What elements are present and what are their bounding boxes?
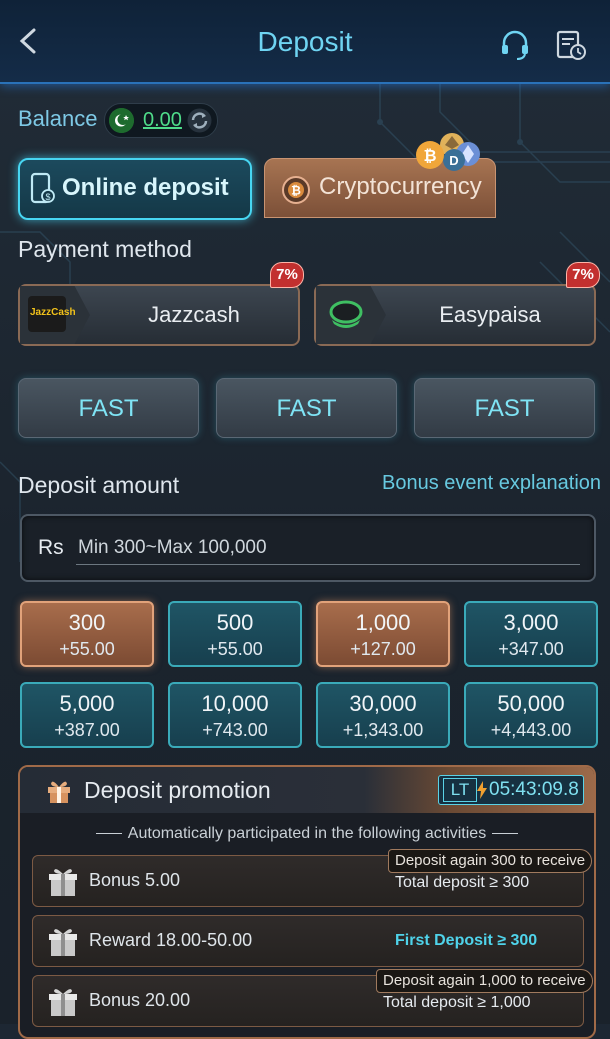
gift-icon bbox=[48, 781, 70, 803]
amount-bonus: +387.00 bbox=[54, 720, 120, 740]
amount-option[interactable]: 5,000 +387.00 bbox=[20, 682, 154, 748]
payment-option-easypaisa[interactable]: Easypaisa bbox=[314, 284, 596, 346]
jazzcash-logo-text: JazzCash bbox=[30, 307, 76, 318]
gift-box-icon bbox=[49, 869, 77, 896]
jazzcash-bonus-badge: 7% bbox=[270, 262, 304, 288]
easypaisa-logo bbox=[316, 286, 386, 344]
channel-fast-2[interactable]: FAST bbox=[216, 378, 397, 438]
promotion-row-label: Bonus 5.00 bbox=[89, 870, 181, 890]
amount-option[interactable]: 10,000 +743.00 bbox=[168, 682, 302, 748]
channel-fast-3[interactable]: FAST bbox=[414, 378, 595, 438]
amount-bonus: +55.00 bbox=[207, 639, 263, 659]
promotion-row-tip: Deposit again 300 to receive bbox=[388, 849, 593, 873]
easypaisa-bonus-badge: 7% bbox=[566, 262, 600, 288]
first-deposit-condition: First Deposit ≥ 300 bbox=[395, 932, 538, 949]
jazzcash-logo: JazzCash bbox=[20, 286, 90, 344]
balance-display: 0.00 bbox=[104, 103, 218, 138]
channel-label: FAST bbox=[276, 395, 337, 422]
promotion-header: Deposit promotion LT 05:43:09.8 bbox=[20, 767, 594, 813]
promotion-row-total: Total deposit ≥ 1,000 bbox=[383, 994, 531, 1011]
amount-input[interactable] bbox=[76, 532, 580, 565]
promotion-row-tip: Deposit again 1,000 to receive bbox=[376, 969, 593, 993]
gift-box-icon bbox=[49, 989, 77, 1016]
gift-box-icon bbox=[49, 929, 77, 956]
promotion-subtitle: Automatically participated in the follow… bbox=[20, 825, 594, 843]
customer-service-icon[interactable] bbox=[498, 28, 532, 62]
amount-value: 3,000 bbox=[503, 610, 559, 635]
tab-online-deposit[interactable]: $ Online deposit bbox=[18, 158, 252, 220]
amount-field: Rs bbox=[20, 514, 596, 582]
amount-value: 1,000 bbox=[355, 610, 411, 635]
deposit-history-icon[interactable] bbox=[554, 28, 588, 62]
amount-bonus: +743.00 bbox=[202, 720, 268, 740]
timer-value: 05:43:09.8 bbox=[489, 779, 579, 800]
channel-fast-1[interactable]: FAST bbox=[18, 378, 199, 438]
promotion-timer: LT 05:43:09.8 bbox=[438, 775, 584, 805]
payment-option-jazzcash[interactable]: JazzCash Jazzcash bbox=[18, 284, 300, 346]
crypto-coins-icon: D ₿ bbox=[416, 133, 480, 171]
amount-bonus: +55.00 bbox=[59, 639, 115, 659]
timer-prefix: LT bbox=[443, 778, 477, 802]
deposit-amount-label: Deposit amount bbox=[18, 472, 180, 498]
tab-crypto-label: Cryptocurrency bbox=[319, 173, 482, 200]
amount-option[interactable]: 1,000 +127.00 bbox=[316, 601, 450, 667]
channel-label: FAST bbox=[474, 395, 535, 422]
amount-value: 10,000 bbox=[201, 691, 269, 716]
svg-text:D: D bbox=[449, 153, 458, 168]
svg-text:$: $ bbox=[45, 192, 50, 202]
currency-label: Rs bbox=[38, 536, 64, 559]
balance-label: Balance bbox=[18, 106, 98, 131]
amount-value: 500 bbox=[216, 610, 254, 635]
promotion-title: Deposit promotion bbox=[84, 777, 271, 803]
promotion-row-2[interactable]: Reward 18.00-50.00 First Deposit ≥ 300 bbox=[32, 915, 584, 967]
promotion-row-total: Total deposit ≥ 300 bbox=[395, 874, 530, 891]
amount-bonus: +127.00 bbox=[350, 639, 416, 659]
promotion-row-label: Bonus 20.00 bbox=[89, 990, 191, 1010]
amount-value: 300 bbox=[68, 610, 106, 635]
promotion-row-label: Reward 18.00-50.00 bbox=[89, 930, 253, 950]
amount-value: 5,000 bbox=[59, 691, 115, 716]
deposit-promotion-panel: Deposit promotion LT 05:43:09.8 Automati… bbox=[18, 765, 596, 1039]
bitcoin-icon: ₿ bbox=[282, 176, 310, 204]
amount-option[interactable]: 500 +55.00 bbox=[168, 601, 302, 667]
pakistan-flag-icon bbox=[109, 108, 134, 133]
channel-label: FAST bbox=[78, 395, 139, 422]
amount-bonus: +347.00 bbox=[498, 639, 564, 659]
top-bar: Deposit bbox=[0, 0, 610, 84]
amount-option[interactable]: 300 +55.00 bbox=[20, 601, 154, 667]
amount-value: 30,000 bbox=[349, 691, 417, 716]
svg-text:₿: ₿ bbox=[423, 147, 436, 165]
refresh-icon[interactable] bbox=[187, 108, 212, 133]
payment-method-label: Payment method bbox=[18, 236, 192, 262]
amount-bonus: +4,443.00 bbox=[490, 720, 572, 740]
easypaisa-label: Easypaisa bbox=[439, 302, 541, 327]
balance-amount: 0.00 bbox=[143, 109, 182, 131]
svg-text:₿: ₿ bbox=[291, 184, 301, 198]
amount-option[interactable]: 50,000 +4,443.00 bbox=[464, 682, 598, 748]
bonus-event-explanation-link[interactable]: Bonus event explanation bbox=[382, 472, 601, 495]
jazzcash-label: Jazzcash bbox=[148, 302, 240, 327]
tab-online-label: Online deposit bbox=[62, 174, 229, 201]
amount-option[interactable]: 3,000 +347.00 bbox=[464, 601, 598, 667]
lightning-icon bbox=[477, 781, 487, 799]
promotion-subtitle-text: Automatically participated in the follow… bbox=[127, 825, 487, 842]
amount-value: 50,000 bbox=[497, 691, 565, 716]
amount-bonus: +1,343.00 bbox=[342, 720, 424, 740]
phone-icon: $ bbox=[30, 172, 55, 204]
amount-option[interactable]: 30,000 +1,343.00 bbox=[316, 682, 450, 748]
